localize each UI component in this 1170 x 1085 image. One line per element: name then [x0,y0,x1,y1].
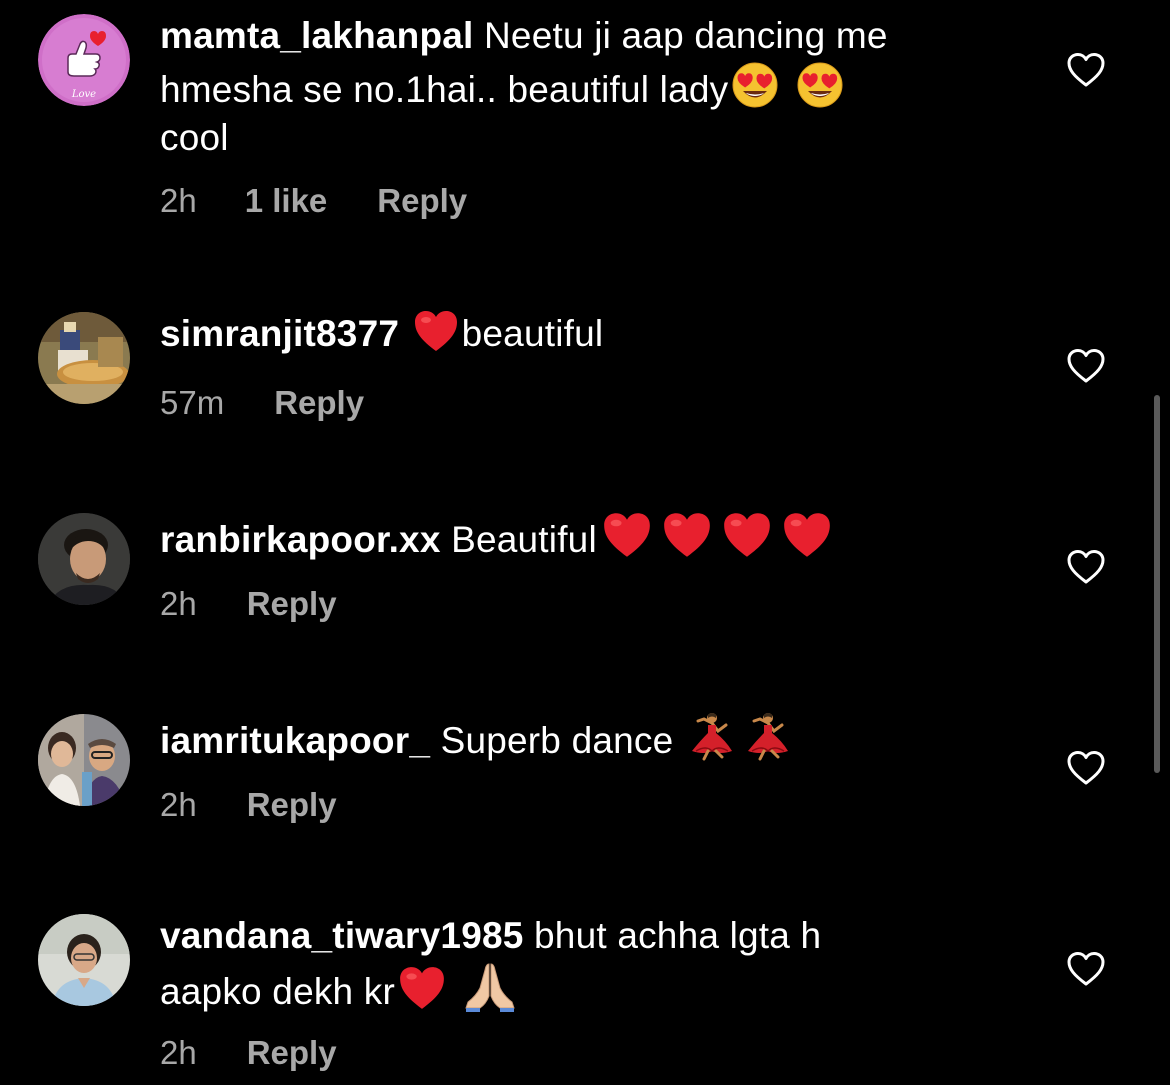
reply-button[interactable]: Reply [274,384,364,422]
folded-hands-emoji-icon [462,960,518,1012]
comment-body: Neetu ji aap dancing me [473,15,888,56]
comment-username[interactable]: iamritukapoor_ [160,720,430,761]
reply-button[interactable]: Reply [377,182,467,220]
comment-time: 57m [160,384,225,421]
red-heart-emoji-icon [719,510,775,560]
red-heart-emoji-icon [659,510,715,560]
comment-body: cool [160,117,229,158]
comment-meta: 2h Reply [160,1034,337,1072]
svg-text:Love: Love [71,89,96,100]
man-portrait-icon [38,513,130,605]
comment-body: aapko dekh kr [160,971,396,1012]
comment-time: 2h [160,182,197,219]
comment-meta: 2h Reply [160,786,337,824]
woman-portrait-icon [38,914,130,1006]
dancer-emoji-icon [742,711,794,761]
two-people-icon [38,714,130,806]
comment-body: beautiful [461,313,604,354]
avatar[interactable]: Love [38,14,130,106]
avatar[interactable] [38,714,130,806]
like-heart-icon[interactable] [1066,549,1106,585]
reply-button[interactable]: Reply [247,585,337,623]
comment-time: 2h [160,786,197,823]
comment-username[interactable]: ranbirkapoor.xx [160,519,441,560]
reply-button[interactable]: Reply [247,1034,337,1072]
like-heart-icon[interactable] [1066,348,1106,384]
red-heart-emoji-icon [412,308,460,354]
comment-text: vandana_tiwary1985 bhut achha lgta h aap… [160,912,1020,1016]
comment-body: bhut achha lgta h [523,915,822,956]
red-heart-emoji-icon [779,510,835,560]
comment-username[interactable]: simranjit8377 [160,313,399,354]
dancer-emoji-icon [686,711,738,761]
avatar[interactable] [38,312,130,404]
comment-time: 2h [160,1034,197,1071]
heart-eyes-emoji-icon [730,60,780,110]
like-heart-icon[interactable] [1066,52,1106,88]
comment-body: hmesha se no.1hai.. beautiful lady [160,69,729,110]
comment-text: ranbirkapoor.xx Beautiful [160,510,1020,564]
comment-username[interactable]: vandana_tiwary1985 [160,915,524,956]
comment-meta: 2h 1 like Reply [160,182,467,220]
temple-photo-icon [38,312,130,404]
comment-meta: 2h Reply [160,585,337,623]
like-heart-icon[interactable] [1066,750,1106,786]
like-heart-icon[interactable] [1066,951,1106,987]
comments-list: Love mamta_lakhanpal Neetu ji aap dancin… [0,0,1170,1085]
comment-meta: 57m Reply [160,384,364,422]
like-count[interactable]: 1 like [245,182,328,220]
avatar[interactable] [38,914,130,1006]
red-heart-emoji-icon [599,510,655,560]
comment-text: mamta_lakhanpal Neetu ji aap dancing me … [160,12,1020,162]
scrollbar[interactable] [1154,395,1160,773]
reply-button[interactable]: Reply [247,786,337,824]
comment-username[interactable]: mamta_lakhanpal [160,15,474,56]
avatar[interactable] [38,513,130,605]
comment-time: 2h [160,585,197,622]
red-heart-emoji-icon [397,964,447,1012]
comment-body: Superb dance [430,720,684,761]
comment-body: Beautiful [440,519,597,560]
heart-eyes-emoji-icon [795,60,845,110]
comment-text: simranjit8377 beautiful [160,308,1020,358]
comment-text: iamritukapoor_ Superb dance [160,711,1020,765]
finger-heart-love-icon: Love [38,14,130,106]
